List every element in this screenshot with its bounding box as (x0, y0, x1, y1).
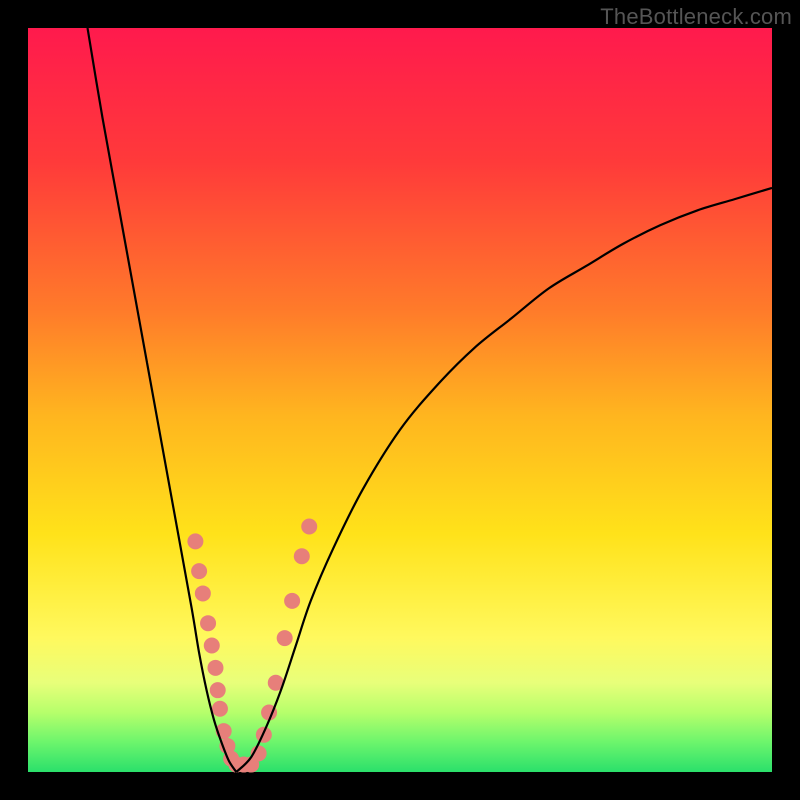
data-marker (294, 548, 310, 564)
data-marker (187, 533, 203, 549)
data-marker (191, 563, 207, 579)
data-marker (207, 660, 223, 676)
watermark-text: TheBottleneck.com (600, 4, 792, 30)
data-marker (212, 701, 228, 717)
data-marker (200, 615, 216, 631)
marker-layer (187, 518, 317, 772)
data-marker (301, 518, 317, 534)
data-marker (210, 682, 226, 698)
right-branch-curve (236, 188, 772, 772)
data-marker (277, 630, 293, 646)
chart-svg (28, 28, 772, 772)
data-marker (204, 638, 220, 654)
data-marker (284, 593, 300, 609)
chart-frame: TheBottleneck.com (0, 0, 800, 800)
data-marker (195, 585, 211, 601)
plot-area (28, 28, 772, 772)
